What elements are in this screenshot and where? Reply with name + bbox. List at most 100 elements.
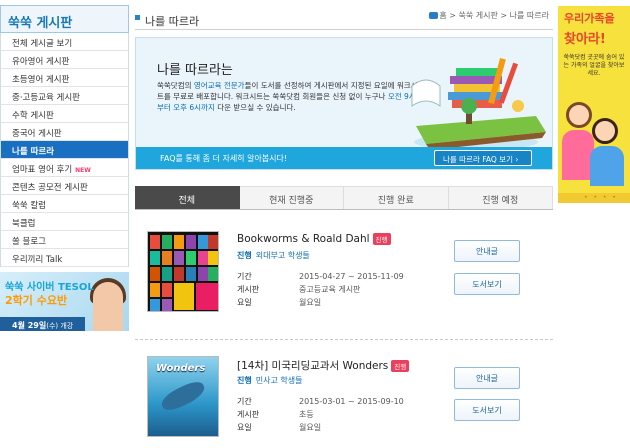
- instructor-photo: [93, 282, 123, 331]
- sidebar-item-label: 유아영어 게시판: [12, 57, 70, 67]
- banner-date-bar: 4월 29일(수) 개강: [0, 317, 85, 331]
- page-header: 나를 따르라 홈 > 쑥쑥 게시판 > 나를 따르라: [135, 8, 553, 30]
- sidebar-item-talk[interactable]: 우리끼리 Talk: [1, 249, 128, 267]
- event-title-line2: 찾아라!: [564, 32, 606, 47]
- card-divider: [135, 339, 553, 340]
- meta-day: 요일 월요일: [237, 296, 404, 309]
- sidebar-item-label: 중·고등교육 게시판: [12, 93, 80, 103]
- target-value: 민사고 학생들: [255, 376, 303, 385]
- sidebar-list: 전체 게시글 보기 유아영어 게시판 초등영어 게시판 중·고등교육 게시판 수…: [0, 33, 129, 267]
- intro-highlight: 영어교육 전문가: [193, 81, 245, 90]
- sidebar-title: 쑥쑥 게시판: [0, 5, 129, 33]
- meta-key: 기간: [237, 272, 252, 281]
- card-title-text: [14차] 미국리딩교과서 Wonders: [237, 360, 389, 372]
- sidebar-item-kids-english[interactable]: 유아영어 게시판: [1, 51, 128, 69]
- banner-date-suffix: (수) 개강: [46, 322, 74, 330]
- breadcrumb-home[interactable]: 홈: [439, 11, 446, 20]
- meta-day: 요일 월요일: [237, 421, 404, 434]
- breadcrumb-board[interactable]: 쑥쑥 게시판: [459, 11, 498, 20]
- card-title-text: Bookworms & Roald Dahl: [237, 233, 370, 245]
- target-label: 진행: [237, 251, 252, 260]
- meta-period: 기간 2015-04-27 ~ 2015-11-09: [237, 270, 404, 283]
- status-badge: 진행: [372, 233, 391, 245]
- new-badge: NEW: [75, 167, 91, 174]
- card-title[interactable]: [14차] 미국리딩교과서 Wonders 진행: [237, 358, 410, 373]
- card-target: 진행 민사고 학생들: [237, 375, 302, 386]
- sidebar-item-label: 초등영어 게시판: [12, 75, 70, 85]
- sidebar-item-label: 쏠 블로그: [12, 237, 46, 247]
- sidebar-item-label: 쑥쑥 칼럼: [12, 201, 46, 211]
- sidebar-item-label: 북클럽: [12, 219, 36, 229]
- event-text: 쑥쑥닷컴 곳곳에 숨어 있는 가족의 얼굴을 찾아보세요.: [563, 54, 625, 77]
- meta-key: 게시판: [237, 410, 260, 419]
- intro-box: 나를 따르라는 쑥쑥닷컴의 영어교육 전문가들이 도서를 선정하여 게시판에서 …: [135, 37, 553, 170]
- target-value: 외대부고 학생들: [255, 251, 310, 260]
- faq-bar: FAQ를 통해 좀 더 자세히 알아봅시다! 나를 따르라 FAQ 보기 ›: [136, 147, 552, 169]
- sidebar-item-column[interactable]: 쑥쑥 칼럼: [1, 195, 128, 213]
- meta-key: 게시판: [237, 285, 260, 294]
- sidebar-item-all[interactable]: 전체 게시글 보기: [1, 33, 128, 51]
- meta-value: 2015-04-27 ~ 2015-11-09: [299, 272, 404, 281]
- dolphin-image: [158, 378, 208, 414]
- sidebar-item-mom-english-review[interactable]: 엄마표 영어 후기 NEW: [1, 159, 128, 177]
- card-target: 진행 외대부고 학생들: [237, 250, 310, 261]
- book-cover[interactable]: [147, 231, 219, 312]
- tab-upcoming[interactable]: 진행 예정: [448, 186, 553, 209]
- cover-title: Wonders: [156, 363, 206, 374]
- intro-text-part: 쑥쑥닷컴의: [157, 81, 194, 90]
- sidebar-item-secondary[interactable]: 중·고등교육 게시판: [1, 87, 128, 105]
- sidebar-item-label: 나를 따르라: [12, 147, 55, 157]
- sidebar-item-math[interactable]: 수학 게시판: [1, 105, 128, 123]
- breadcrumb-sep: >: [449, 11, 456, 20]
- meta-board: 게시판 초등: [237, 408, 404, 421]
- target-label: 진행: [237, 376, 252, 385]
- meta-period: 기간 2015-03-01 ~ 2015-09-10: [237, 395, 404, 408]
- tab-completed[interactable]: 진행 완료: [344, 186, 449, 209]
- card-meta: 기간 2015-03-01 ~ 2015-09-10 게시판 초등 요일 월요일: [237, 395, 404, 434]
- carousel-dots[interactable]: • • • •: [584, 194, 618, 201]
- sidebar-item-label: 콘텐츠 공모전 게시판: [12, 183, 88, 193]
- sidebar-item-contest[interactable]: 콘텐츠 공모전 게시판: [1, 177, 128, 195]
- status-badge: 진행: [391, 360, 410, 372]
- banner-line1: 쑥쑥 사이버 TESOL: [5, 282, 94, 293]
- guide-button[interactable]: 안내글: [454, 240, 520, 262]
- meta-value: 초등: [299, 410, 314, 419]
- tesol-banner[interactable]: 쑥쑥 사이버 TESOL 2학기 수요반 4월 29일(수) 개강: [0, 272, 129, 331]
- book-cover-collage: [150, 235, 218, 311]
- home-icon[interactable]: [429, 12, 439, 19]
- sidebar-item-elementary-english[interactable]: 초등영어 게시판: [1, 69, 128, 87]
- meta-board: 게시판 중고등교육 게시판: [237, 283, 404, 296]
- card-title[interactable]: Bookworms & Roald Dahl 진행: [237, 233, 391, 245]
- breadcrumb-sep: >: [500, 11, 508, 20]
- sidebar-item-follow-me[interactable]: 나를 따르라: [1, 141, 128, 159]
- sidebar-item-label: 우리끼리 Talk: [12, 255, 63, 265]
- meta-key: 요일: [237, 423, 252, 432]
- sidebar-item-chinese[interactable]: 중국어 게시판: [1, 123, 128, 141]
- breadcrumb: 홈 > 쑥쑥 게시판 > 나를 따르라: [429, 10, 549, 21]
- sidebar-item-bookclub[interactable]: 북클럽: [1, 213, 128, 231]
- intro-title: 나를 따르라는: [157, 63, 233, 78]
- tab-in-progress[interactable]: 현재 진행중: [239, 186, 344, 209]
- status-tabs: 전체 현재 진행중 진행 완료 진행 예정: [135, 186, 553, 210]
- event-title-line1: 우리가족을: [564, 12, 615, 25]
- view-books-button[interactable]: 도서보기: [454, 399, 520, 421]
- meta-value: 월요일: [299, 298, 322, 307]
- meta-key: 기간: [237, 397, 252, 406]
- family-event-banner[interactable]: 우리가족을 찾아라! 쑥쑥닷컴 곳곳에 숨어 있는 가족의 얼굴을 찾아보세요.…: [558, 6, 630, 203]
- books-illustration: [411, 58, 546, 150]
- intro-text: 쑥쑥닷컴의 영어교육 전문가들이 도서를 선정하여 게시판에서 지정된 요일에 …: [157, 80, 422, 113]
- banner-date: 4월 29일: [12, 321, 47, 330]
- intro-text-part: 다운 받으실 수 있습니다.: [214, 103, 296, 112]
- view-books-button[interactable]: 도서보기: [454, 273, 520, 295]
- sidebar-item-label: 중국어 게시판: [12, 129, 62, 139]
- tab-all[interactable]: 전체: [135, 186, 240, 209]
- meta-key: 요일: [237, 298, 252, 307]
- sidebar-item-blog[interactable]: 쏠 블로그: [1, 231, 128, 249]
- guide-button[interactable]: 안내글: [454, 367, 520, 389]
- sidebar-item-label: 수학 게시판: [12, 111, 54, 121]
- faq-button[interactable]: 나를 따르라 FAQ 보기 ›: [434, 150, 532, 166]
- book-cover[interactable]: Wonders: [147, 356, 219, 437]
- page-title: 나를 따르라: [135, 13, 199, 29]
- program-card: Wonders [14차] 미국리딩교과서 Wonders 진행 진행 민사고 학생…: [135, 351, 553, 448]
- banner-line2: 2학기 수요반: [5, 294, 68, 307]
